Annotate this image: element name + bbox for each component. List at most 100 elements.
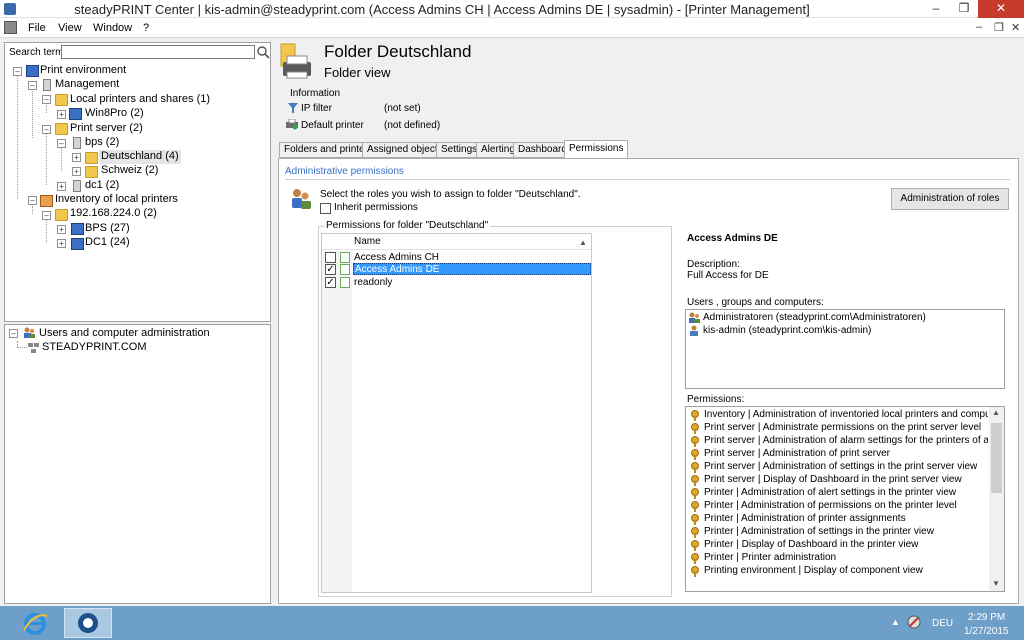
menu-view[interactable]: View <box>58 22 82 34</box>
menu-window[interactable]: Window <box>93 22 132 34</box>
expander[interactable]: – <box>42 95 51 104</box>
menu-app-icon[interactable] <box>4 21 17 34</box>
permission-item: Printer | Printer administration <box>704 552 837 563</box>
expander[interactable]: – <box>9 329 18 338</box>
column-header-name[interactable]: Name <box>354 236 381 247</box>
users-icon <box>23 327 36 339</box>
clock-time[interactable]: 2:29 PM <box>968 612 1005 623</box>
network-icon[interactable] <box>907 615 921 629</box>
expander[interactable]: – <box>13 67 22 76</box>
permission-key-icon <box>691 566 699 577</box>
language-indicator[interactable]: DEU <box>932 618 953 629</box>
roles-list: Name ▲ Access Admins CH ✓ Access Admins … <box>321 233 592 593</box>
mdi-restore-icon[interactable]: ❐ <box>994 21 1004 34</box>
mdi-minimize-icon[interactable]: – <box>976 21 982 33</box>
role-checkbox-ch[interactable] <box>325 252 336 263</box>
expander[interactable]: + <box>57 225 66 234</box>
tab-assigned-objects[interactable]: Assigned objects <box>362 142 448 158</box>
tree-item-local-printers[interactable]: Local printers and shares (1) <box>70 93 210 107</box>
minimize-button[interactable]: – <box>922 0 950 18</box>
mdi-close-icon[interactable]: ✕ <box>1011 21 1020 34</box>
taskbar: ▲ DEU 2:29 PM 1/27/2015 <box>0 606 1024 640</box>
clock-date[interactable]: 1/27/2015 <box>964 626 1009 637</box>
permission-key-icon <box>691 449 699 460</box>
permission-item: Printer | Administration of alert settin… <box>704 487 957 498</box>
tree-item-win8pro[interactable]: Win8Pro (2) <box>85 107 144 121</box>
role-item-access-admins-de[interactable]: Access Admins DE <box>353 263 591 275</box>
permission-key-icon <box>691 436 699 447</box>
tree-item-deutschland[interactable]: Deutschland (4) <box>99 150 181 164</box>
expander[interactable]: – <box>42 125 51 134</box>
printer-folder-icon <box>85 166 98 178</box>
inherit-checkbox[interactable] <box>320 203 331 214</box>
search-icon[interactable] <box>257 45 270 59</box>
permission-item: Print server | Administration of alarm s… <box>704 435 988 446</box>
tree-item-inventory[interactable]: Inventory of local printers <box>55 193 178 207</box>
users-pane: – Users and computer administration STEA… <box>4 324 271 604</box>
steadyprint-taskbar-button[interactable] <box>64 608 112 638</box>
print-environment-pane: Search term – Print environment – Manage… <box>4 42 271 322</box>
tree-item-schweiz[interactable]: Schweiz (2) <box>101 164 158 178</box>
tab-permissions[interactable]: Permissions <box>564 140 629 159</box>
expander[interactable]: + <box>72 153 81 162</box>
section-title: Administrative permissions <box>285 166 404 177</box>
role-item-access-admins-ch[interactable]: Access Admins CH <box>354 252 439 263</box>
tree-item-users-admin[interactable]: Users and computer administration <box>39 327 210 341</box>
tree-item-domain[interactable]: STEADYPRINT.COM <box>42 341 147 355</box>
tree-item-subnet[interactable]: 192.168.224.0 (2) <box>70 207 157 221</box>
permission-item: Printing environment | Display of compon… <box>704 565 923 576</box>
permissions-scrollbar[interactable]: ▲ ▼ <box>989 407 1004 591</box>
divider <box>285 179 1010 180</box>
expander[interactable]: – <box>28 196 37 205</box>
scroll-up-icon[interactable]: ▲ <box>992 408 1000 417</box>
computer-icon <box>71 223 84 235</box>
notification-arrow-icon[interactable]: ▲ <box>891 617 900 627</box>
expander[interactable]: + <box>57 110 66 119</box>
role-icon <box>340 277 350 288</box>
menu-help[interactable]: ? <box>143 22 149 34</box>
restore-button[interactable]: ❐ <box>950 0 978 18</box>
permissions-label: Permissions: <box>687 394 745 405</box>
internet-explorer-icon[interactable] <box>22 610 48 636</box>
expander[interactable]: + <box>57 182 66 191</box>
permissions-items: Inventory | Administration of inventorie… <box>688 408 988 590</box>
permission-item: Printer | Administration of printer assi… <box>704 513 906 524</box>
permission-item: Print server | Administration of setting… <box>704 461 978 472</box>
user-item-kis-admin[interactable]: kis-admin (steadyprint.com\kis-admin) <box>703 325 871 336</box>
tree-item-bps-inventory[interactable]: BPS (27) <box>85 222 130 236</box>
permission-item: Printer | Administration of permissions … <box>704 500 957 511</box>
permission-item: Inventory | Administration of inventorie… <box>704 409 988 420</box>
role-item-readonly[interactable]: readonly <box>354 277 392 288</box>
tree-item-dc1-inventory[interactable]: DC1 (24) <box>85 236 130 250</box>
tree-item-management[interactable]: Management <box>55 78 119 92</box>
search-input[interactable] <box>61 45 255 59</box>
roles-list-gutter <box>322 251 352 592</box>
role-checkbox-readonly[interactable]: ✓ <box>325 277 336 288</box>
description-label: Description: <box>687 259 740 270</box>
scrollbar-thumb[interactable] <box>991 423 1002 493</box>
folder-printer-icon <box>278 42 318 82</box>
expander[interactable]: – <box>42 211 51 220</box>
expander[interactable]: + <box>57 239 66 248</box>
tree-item-dc1[interactable]: dc1 (2) <box>85 179 119 193</box>
menu-file[interactable]: File <box>28 22 46 34</box>
permission-item: Printer | Display of Dashboard in the pr… <box>704 539 919 550</box>
role-checkbox-de[interactable]: ✓ <box>325 264 336 275</box>
role-icon <box>340 264 350 275</box>
close-button[interactable]: ✕ <box>978 0 1024 18</box>
tree-item-print-environment[interactable]: Print environment <box>40 64 126 78</box>
permission-key-icon <box>691 423 699 434</box>
tree-item-bps[interactable]: bps (2) <box>85 136 119 150</box>
administration-of-roles-button[interactable]: Administration of roles <box>891 188 1009 210</box>
tree-item-print-server[interactable]: Print server (2) <box>70 122 143 136</box>
user-item-administratoren[interactable]: Administratoren (steadyprint.com\Adminis… <box>703 312 926 323</box>
permission-item: Print server | Display of Dashboard in t… <box>704 474 962 485</box>
permission-key-icon <box>691 527 699 538</box>
scroll-down-icon[interactable]: ▼ <box>992 579 1000 588</box>
roles-group-title: Permissions for folder "Deutschland" <box>324 220 491 231</box>
expander[interactable]: – <box>57 139 66 148</box>
default-printer-label: Default printer <box>301 120 364 131</box>
expander[interactable]: + <box>72 167 81 176</box>
permission-key-icon <box>691 488 699 499</box>
expander[interactable]: – <box>28 81 37 90</box>
